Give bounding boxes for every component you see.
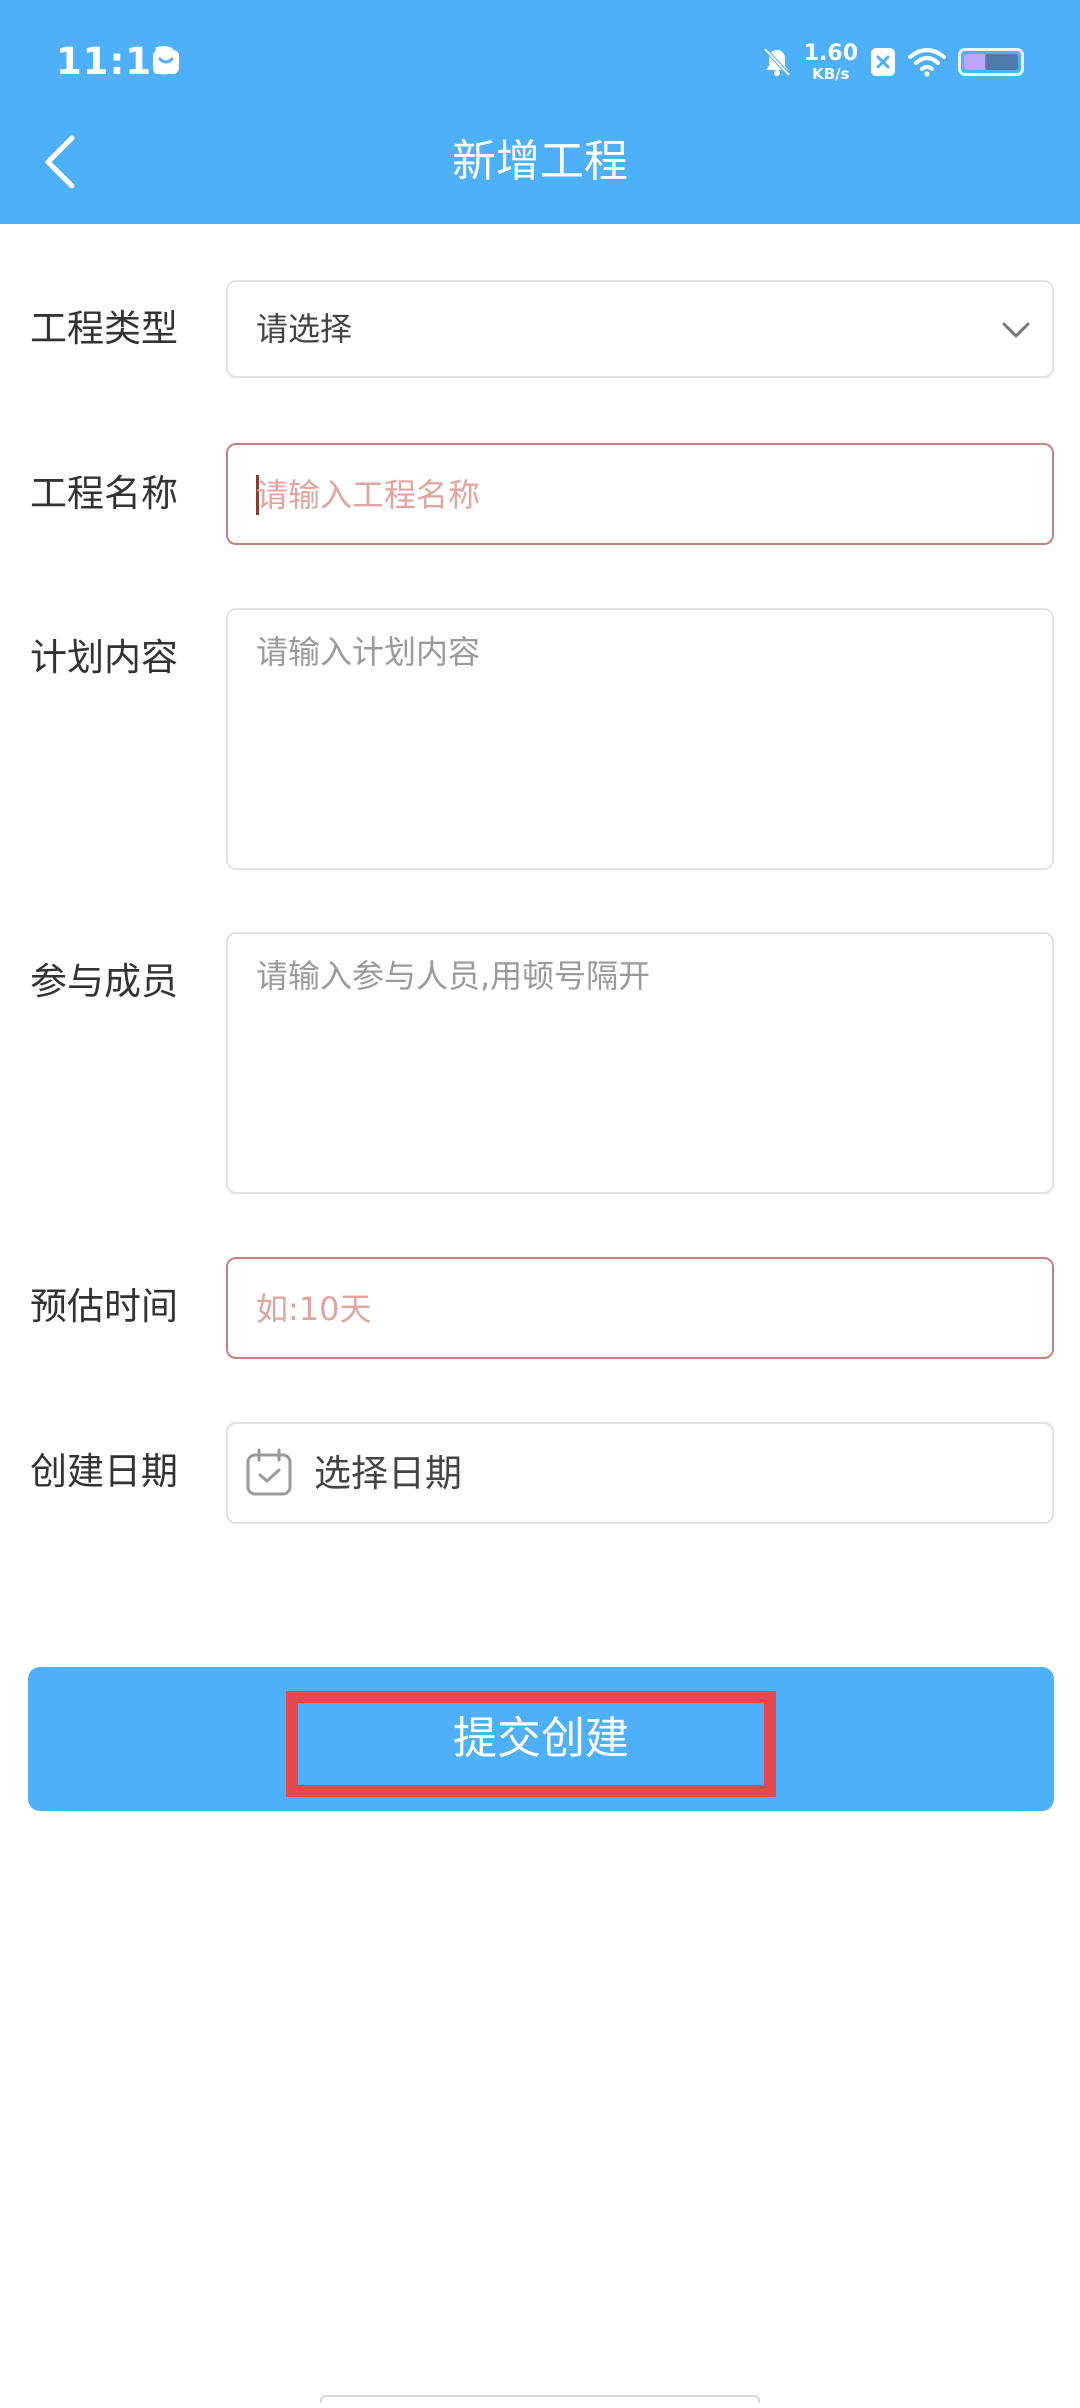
page-title: 新增工程	[452, 136, 628, 187]
plan-content-placeholder: 请输入计划内容	[256, 633, 481, 671]
submit-button[interactable]: 提交创建	[28, 1667, 1054, 1811]
estimated-time-input[interactable]: 如:10天	[226, 1257, 1054, 1359]
create-date-label: 创建日期	[30, 1450, 178, 1493]
wifi-icon	[908, 48, 946, 77]
close-box-icon	[871, 48, 895, 76]
message-icon	[153, 50, 179, 74]
project-name-label: 工程名称	[30, 472, 178, 515]
members-placeholder: 请输入参与人员,用顿号隔开	[256, 957, 651, 995]
home-indicator	[320, 2395, 760, 2403]
estimated-time-placeholder: 如:10天	[256, 1290, 372, 1328]
project-type-select[interactable]: 请选择	[226, 280, 1054, 378]
battery-icon	[958, 48, 1024, 76]
chevron-down-icon	[1002, 322, 1030, 338]
submit-button-label: 提交创建	[453, 1713, 629, 1764]
net-speed: 1.60 KB/s	[803, 40, 858, 83]
plan-content-textarea[interactable]: 请输入计划内容	[226, 608, 1054, 870]
app-header: 11:13 1.60 KB/s 新增工程	[0, 0, 1080, 224]
project-name-input[interactable]: 请输入工程名称	[226, 443, 1054, 545]
project-type-label: 工程类型	[30, 307, 178, 350]
net-speed-value: 1.60	[803, 40, 858, 66]
net-speed-unit: KB/s	[812, 64, 850, 83]
bell-off-icon	[763, 47, 791, 77]
members-label: 参与成员	[30, 960, 178, 1003]
plan-content-label: 计划内容	[30, 636, 178, 679]
status-icons: 1.60 KB/s	[762, 40, 1024, 84]
project-type-value: 请选择	[256, 310, 353, 348]
estimated-time-label: 预估时间	[30, 1285, 178, 1328]
project-name-placeholder: 请输入工程名称	[256, 476, 481, 514]
members-textarea[interactable]: 请输入参与人员,用顿号隔开	[226, 932, 1054, 1194]
create-date-value: 选择日期	[314, 1452, 462, 1495]
create-date-picker[interactable]: 选择日期	[226, 1422, 1054, 1524]
calendar-icon	[246, 1448, 292, 1496]
